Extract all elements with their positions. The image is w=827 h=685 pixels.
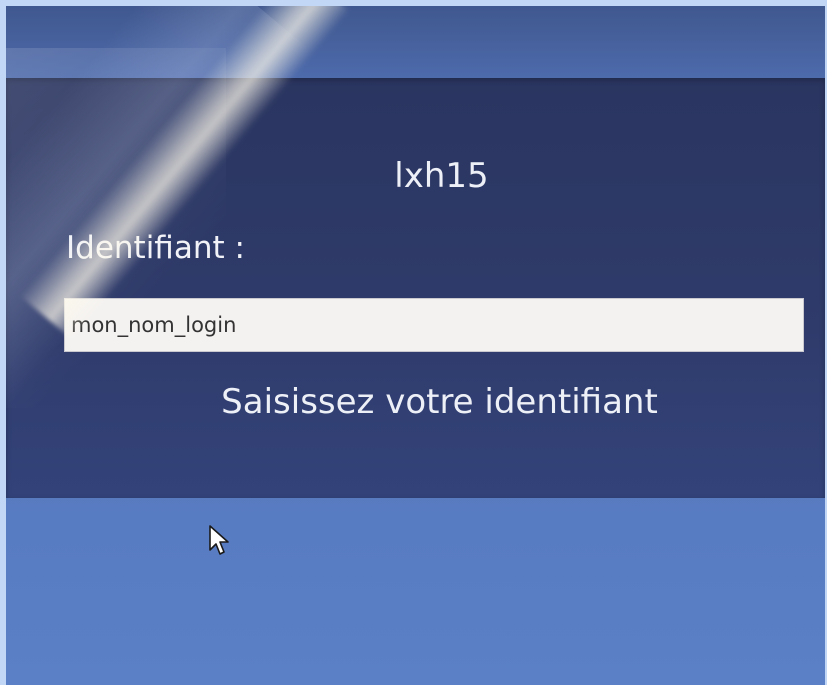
login-hint: Saisissez votre identifiant (221, 382, 658, 422)
monitor-screen: lxh15 Identifiant : Saisissez votre iden… (6, 6, 825, 685)
mouse-pointer-icon (209, 525, 229, 555)
username-input[interactable] (64, 298, 804, 352)
